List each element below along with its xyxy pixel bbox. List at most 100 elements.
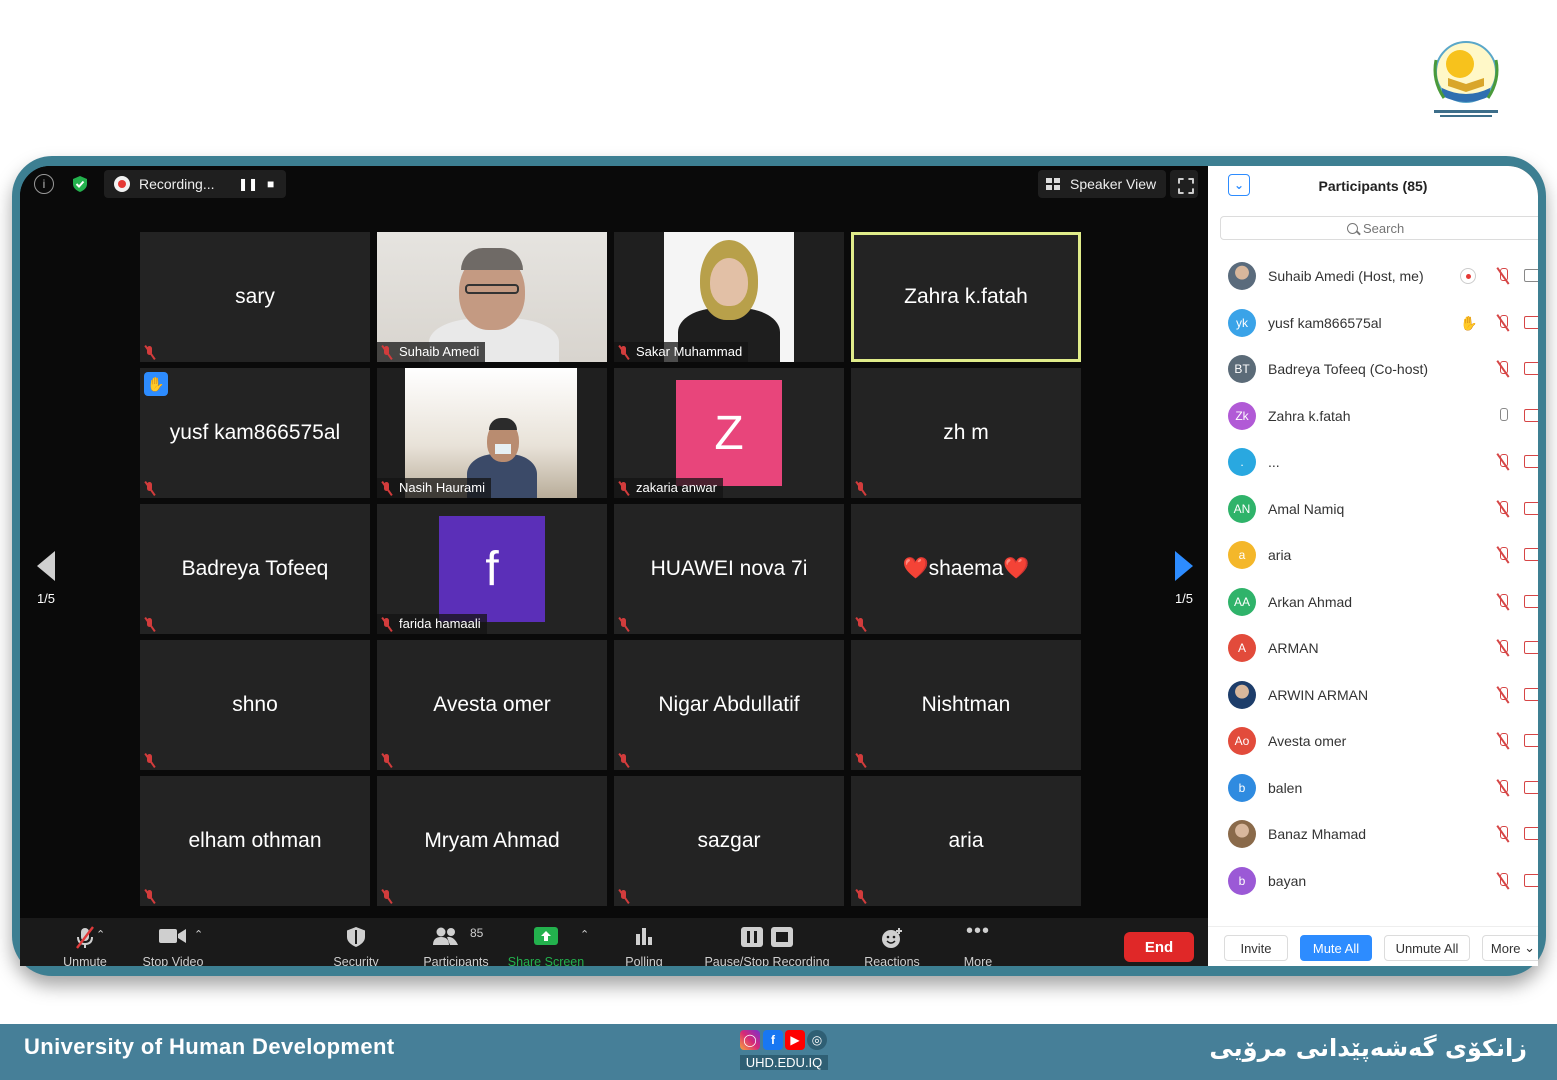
video-tile[interactable]: sary: [140, 232, 370, 362]
mic-muted-icon[interactable]: [1496, 314, 1510, 331]
mic-muted-icon[interactable]: [1496, 826, 1510, 842]
reactions-button[interactable]: Reactions: [856, 918, 928, 966]
share-options-chevron-icon[interactable]: ⌃: [580, 928, 589, 941]
avatar-initials: BT: [1234, 362, 1250, 376]
invite-button[interactable]: Invite: [1224, 935, 1288, 961]
stop-recording-icon[interactable]: ■: [267, 177, 274, 191]
mic-muted-icon[interactable]: [1496, 640, 1510, 656]
participant-row[interactable]: Suhaib Amedi (Host, me): [1228, 256, 1538, 296]
participant-row[interactable]: b bayan: [1228, 861, 1538, 901]
participant-row[interactable]: Zk Zahra k.fatah: [1228, 396, 1538, 436]
mute-all-button[interactable]: Mute All: [1300, 935, 1372, 961]
camera-off-icon[interactable]: [1524, 734, 1538, 747]
camera-off-icon[interactable]: [1524, 501, 1538, 515]
mic-muted-icon[interactable]: [1496, 872, 1510, 889]
video-tile[interactable]: Zahra k.fatah: [851, 232, 1081, 362]
video-tile[interactable]: Suhaib Amedi: [377, 232, 607, 362]
next-page-button[interactable]: 1/5: [1164, 551, 1204, 606]
pause-recording-icon[interactable]: ❚❚: [238, 177, 258, 191]
camera-off-icon[interactable]: [1524, 594, 1538, 608]
stop-video-button[interactable]: Stop Video: [124, 918, 222, 966]
video-tile[interactable]: Mryam Ahmad: [377, 776, 607, 906]
mic-muted-icon[interactable]: [1496, 454, 1510, 470]
video-tile[interactable]: Avesta omer: [377, 640, 607, 770]
collapse-chevron-icon[interactable]: ⌄: [1228, 174, 1250, 196]
video-tile[interactable]: Nishtman: [851, 640, 1081, 770]
facebook-icon[interactable]: f: [763, 1030, 783, 1050]
camera-off-icon[interactable]: [1524, 641, 1538, 654]
website-url[interactable]: UHD.EDU.IQ: [740, 1055, 828, 1070]
participant-row[interactable]: Banaz Mhamad: [1228, 814, 1538, 854]
camera-off-icon[interactable]: [1524, 873, 1538, 887]
mic-muted-icon[interactable]: [1496, 733, 1510, 749]
mic-muted-icon[interactable]: [1496, 593, 1510, 610]
video-tile[interactable]: Zzakaria anwar: [614, 368, 844, 498]
video-tile[interactable]: Badreya Tofeeq: [140, 504, 370, 634]
participant-row[interactable]: A ARMAN: [1228, 628, 1538, 668]
mic-muted-icon[interactable]: [1496, 547, 1510, 563]
video-tile[interactable]: Nigar Abdullatif: [614, 640, 844, 770]
end-meeting-button[interactable]: End: [1124, 932, 1194, 962]
more-button[interactable]: ••• More: [950, 918, 1006, 966]
camera-off-icon[interactable]: [1524, 362, 1538, 375]
participant-search[interactable]: [1220, 216, 1538, 240]
video-tile[interactable]: aria: [851, 776, 1081, 906]
shield-icon[interactable]: [70, 174, 90, 194]
participants-button[interactable]: 85 Participants: [408, 918, 504, 966]
speaker-view-button[interactable]: Speaker View: [1038, 170, 1166, 198]
participant-name: aria: [948, 829, 984, 852]
unmute-button[interactable]: Unmute: [40, 918, 130, 966]
video-tile[interactable]: Sakar Muhammad: [614, 232, 844, 362]
mic-muted-icon[interactable]: [1496, 500, 1510, 517]
video-tile[interactable]: shno: [140, 640, 370, 770]
mic-muted-icon[interactable]: [1496, 268, 1510, 284]
video-tile[interactable]: zh m: [851, 368, 1081, 498]
camera-off-icon[interactable]: [1524, 269, 1538, 282]
polling-button[interactable]: Polling: [616, 918, 672, 966]
participant-row[interactable]: BT Badreya Tofeeq (Co-host): [1228, 349, 1538, 389]
participant-search-input[interactable]: [1363, 220, 1423, 236]
participant-row[interactable]: ....: [1228, 442, 1538, 482]
mic-muted-icon[interactable]: [1496, 686, 1510, 703]
mic-muted-icon: [854, 481, 868, 495]
camera-off-icon[interactable]: [1524, 455, 1538, 468]
video-tile[interactable]: yusf kam866575al ✋: [140, 368, 370, 498]
video-options-chevron-icon[interactable]: ⌃: [194, 928, 203, 941]
camera-off-icon[interactable]: [1524, 548, 1538, 561]
camera-off-icon[interactable]: [1524, 780, 1538, 794]
pause-stop-recording-button[interactable]: Pause/Stop Recording: [692, 918, 842, 966]
participant-row[interactable]: AA Arkan Ahmad: [1228, 582, 1538, 622]
camera-off-icon[interactable]: [1524, 315, 1538, 329]
video-tile[interactable]: f farida hamaali: [377, 504, 607, 634]
info-icon[interactable]: i: [34, 174, 54, 194]
mic-icon[interactable]: [1496, 407, 1510, 424]
globe-icon[interactable]: ◎: [807, 1030, 827, 1050]
audio-options-chevron-icon[interactable]: ⌃: [96, 928, 105, 941]
youtube-icon[interactable]: ▶: [785, 1030, 805, 1050]
participant-row[interactable]: a aria: [1228, 535, 1538, 575]
participant-name: HUAWEI nova 7i: [650, 557, 808, 580]
participant-row[interactable]: AN Amal Namiq: [1228, 489, 1538, 529]
video-tile[interactable]: sazgar: [614, 776, 844, 906]
fullscreen-icon[interactable]: [1170, 170, 1198, 198]
camera-off-icon[interactable]: [1524, 687, 1538, 701]
participant-row[interactable]: ARWIN ARMAN: [1228, 675, 1538, 715]
participant-row[interactable]: b balen: [1228, 768, 1538, 808]
share-screen-button[interactable]: Share Screen: [502, 918, 590, 966]
unmute-all-button[interactable]: Unmute All: [1384, 935, 1470, 961]
recording-indicator[interactable]: Recording... ❚❚ ■: [104, 170, 286, 198]
mic-muted-icon[interactable]: [1496, 779, 1510, 796]
participant-row[interactable]: Ao Avesta omer: [1228, 721, 1538, 761]
video-tile[interactable]: Nasih Haurami: [377, 368, 607, 498]
video-tile[interactable]: ❤️shaema❤️: [851, 504, 1081, 634]
security-button[interactable]: Security: [320, 918, 392, 966]
video-tile[interactable]: HUAWEI nova 7i: [614, 504, 844, 634]
panel-more-button[interactable]: More ⌄: [1482, 935, 1538, 961]
prev-page-button[interactable]: 1/5: [26, 551, 66, 606]
mic-muted-icon[interactable]: [1496, 361, 1510, 377]
camera-off-icon[interactable]: [1524, 827, 1538, 840]
camera-off-icon[interactable]: [1524, 408, 1538, 422]
video-tile[interactable]: elham othman: [140, 776, 370, 906]
instagram-icon[interactable]: ◯: [740, 1030, 760, 1050]
participant-row[interactable]: yk yusf kam866575al ✋: [1228, 303, 1538, 343]
